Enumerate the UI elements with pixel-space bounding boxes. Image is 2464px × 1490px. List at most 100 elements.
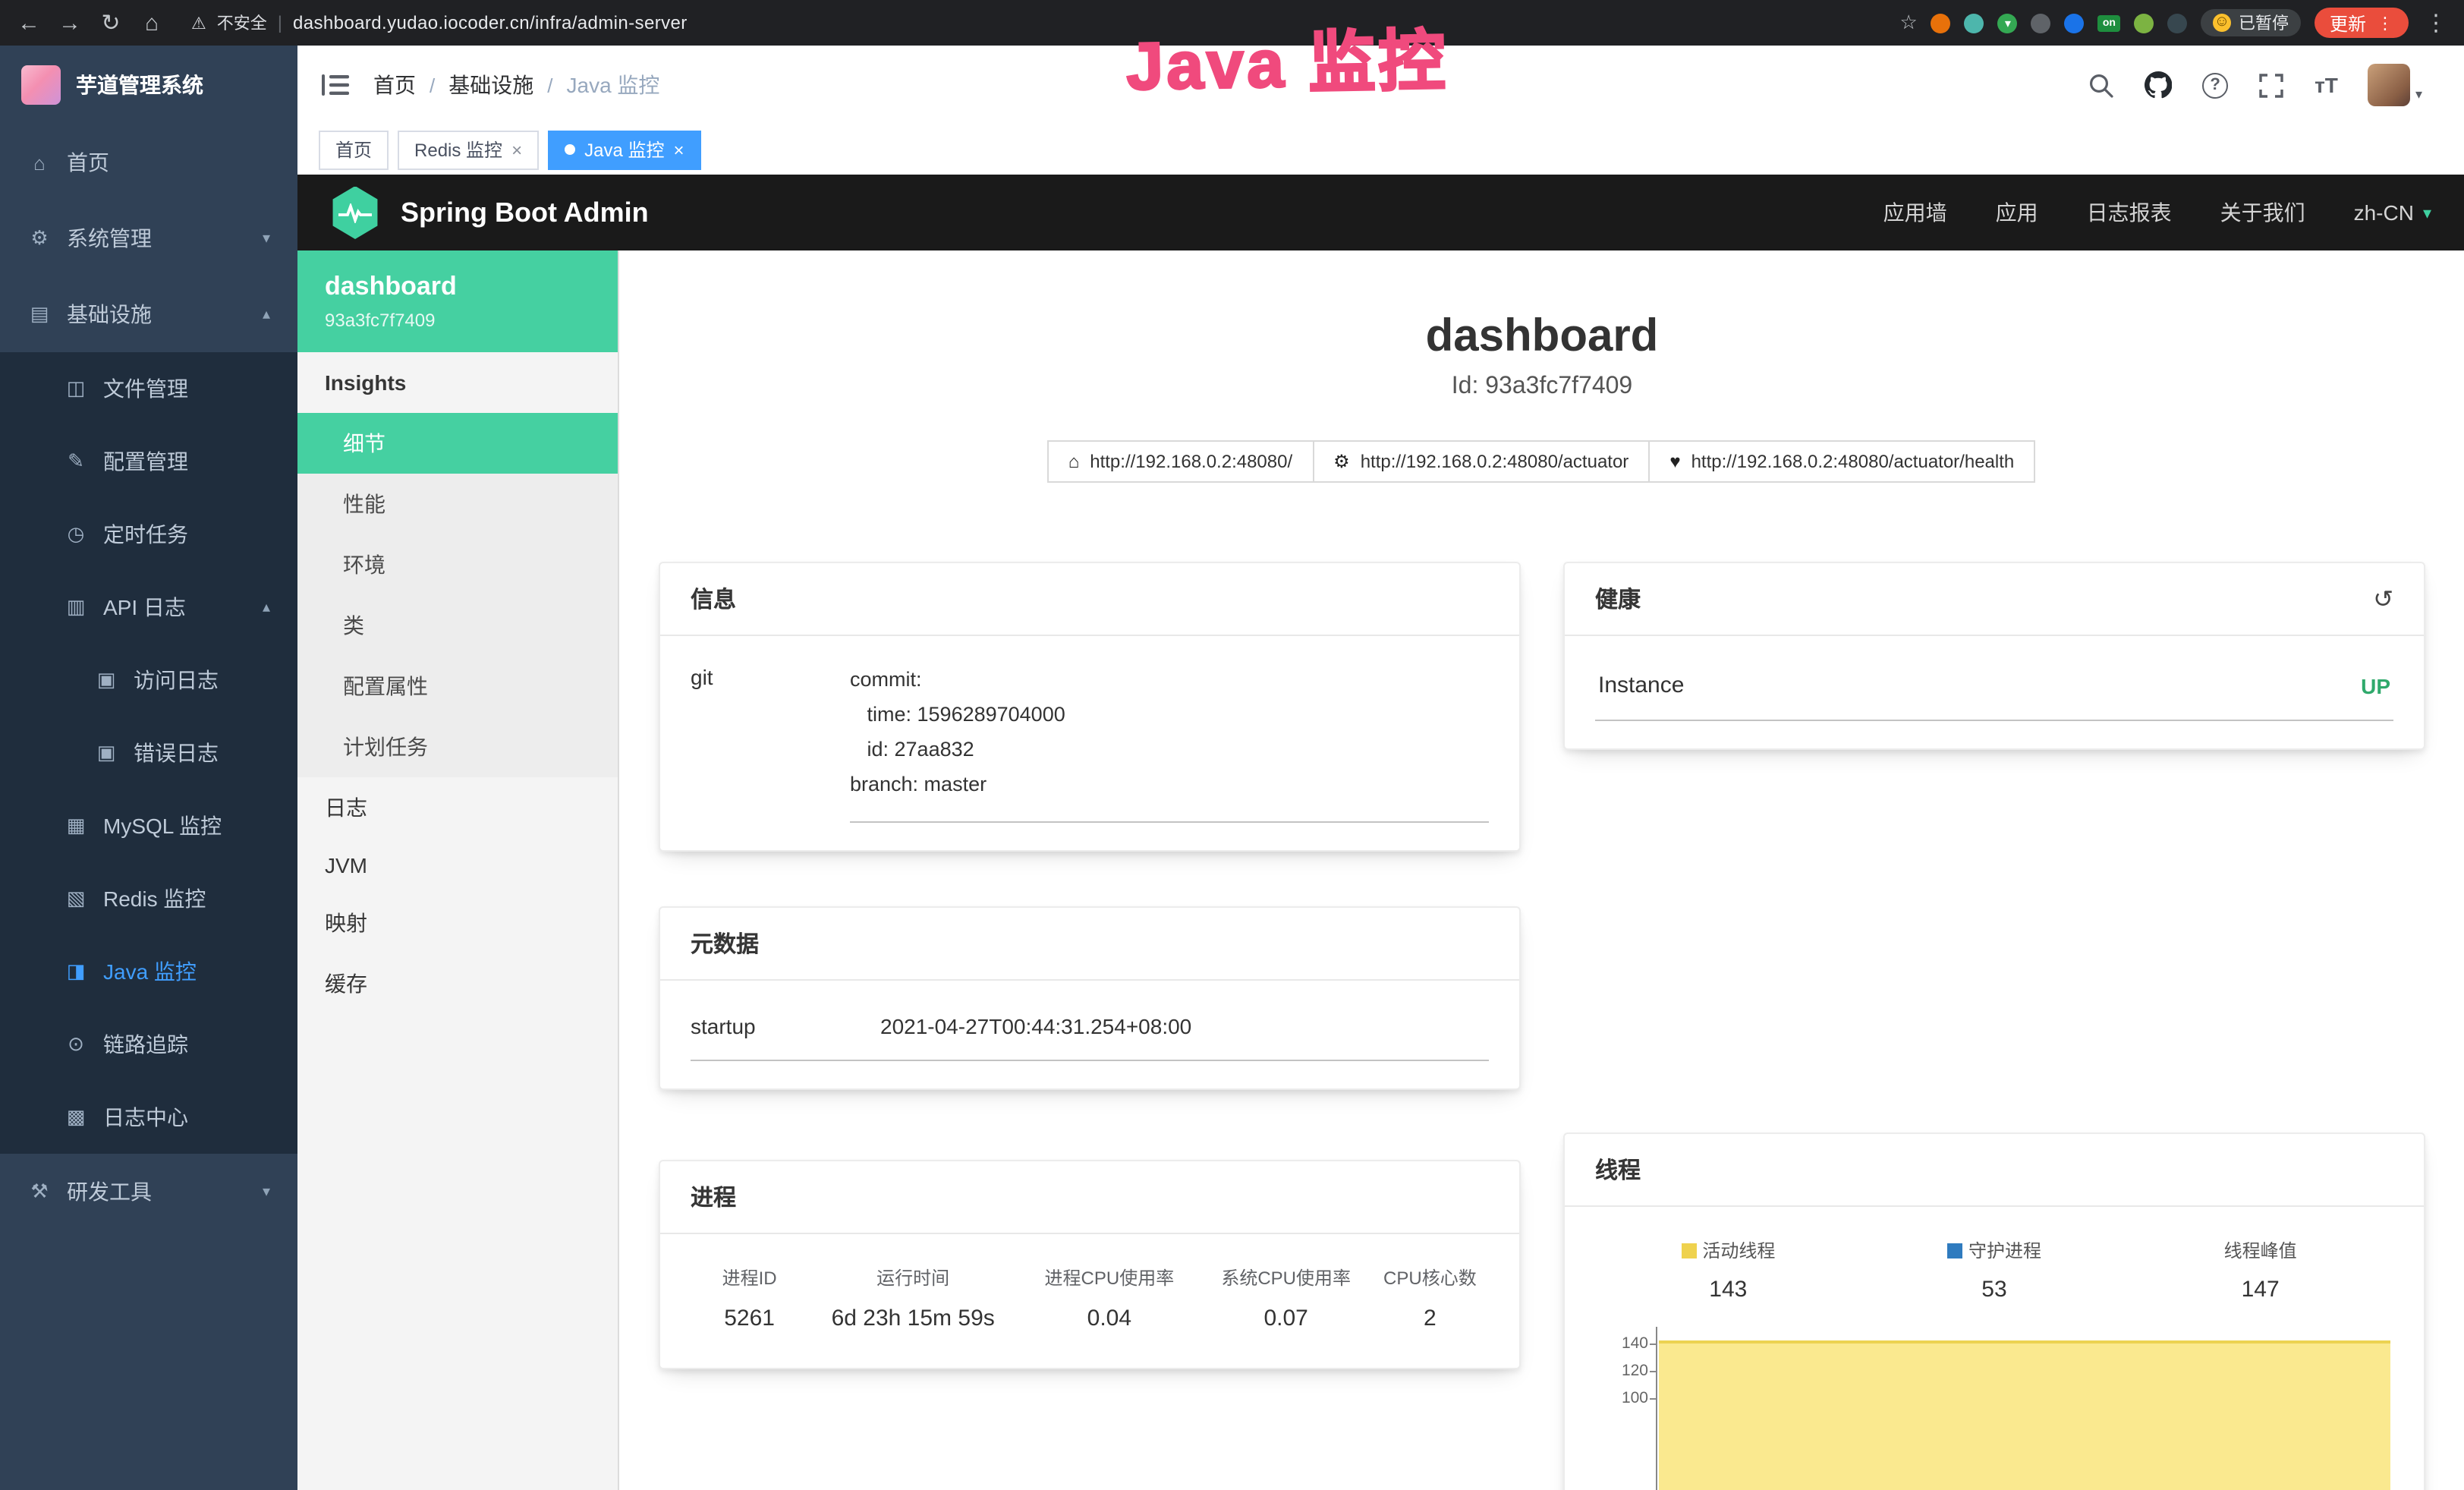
- hamburger-icon[interactable]: [322, 73, 349, 97]
- tab-home[interactable]: 首页: [319, 130, 389, 169]
- menu-item-jvm[interactable]: JVM: [297, 838, 618, 893]
- legend-label: 活动线程: [1702, 1237, 1775, 1263]
- extension-icon[interactable]: ▾: [1998, 13, 2018, 33]
- sidebar-item-file-management[interactable]: ◫ 文件管理: [0, 352, 297, 425]
- sidebar-item-label: 文件管理: [103, 373, 188, 404]
- info-key: git: [691, 663, 850, 823]
- sidebar-item-system[interactable]: ⚙ 系统管理 ▾: [0, 200, 297, 276]
- update-button[interactable]: 更新 ⋮: [2315, 8, 2409, 38]
- close-icon[interactable]: ×: [673, 139, 684, 160]
- history-icon[interactable]: ↺: [2373, 584, 2393, 614]
- threads-card: 线程 活动线程 1: [1563, 1132, 2425, 1490]
- avatar: [2368, 64, 2411, 106]
- language-label: zh-CN: [2354, 200, 2414, 225]
- sba-navbar: Spring Boot Admin 应用墙 应用 日志报表 关于我们 zh-CN…: [297, 175, 2464, 250]
- sidebar-item-label: Java 监控: [103, 956, 197, 987]
- menu-item-scheduled-tasks[interactable]: 计划任务: [297, 717, 618, 777]
- sidebar-item-link-tracing[interactable]: ⊙ 链路追踪: [0, 1008, 297, 1081]
- reload-icon[interactable]: ↻: [97, 9, 124, 36]
- help-icon[interactable]: ?: [2202, 72, 2228, 98]
- tab-java-monitor[interactable]: Java 监控 ×: [548, 130, 700, 169]
- tab-redis-monitor[interactable]: Redis 监控 ×: [398, 130, 539, 169]
- address-bar[interactable]: ⚠ 不安全 | dashboard.yudao.iocoder.cn/infra…: [191, 11, 688, 35]
- sidebar-item-scheduled-tasks[interactable]: ◷ 定时任务: [0, 498, 297, 571]
- sidebar-item-redis-monitor[interactable]: ▧ Redis 监控: [0, 862, 297, 935]
- chevron-down-icon: ▾: [263, 230, 270, 247]
- sidebar-item-log-center[interactable]: ▩ 日志中心: [0, 1081, 297, 1154]
- process-header: 进程CPU使用率: [1018, 1265, 1201, 1290]
- menu-item-config-props[interactable]: 配置属性: [297, 656, 618, 717]
- menu-group-insights[interactable]: Insights: [297, 352, 618, 413]
- language-selector[interactable]: zh-CN ▾: [2354, 200, 2431, 225]
- menu-item-environment[interactable]: 环境: [297, 534, 618, 595]
- sba-nav-about[interactable]: 关于我们: [2220, 197, 2305, 228]
- extension-icon[interactable]: [1931, 13, 1951, 33]
- breadcrumb-current: Java 监控: [567, 70, 660, 100]
- sidebar-item-error-logs[interactable]: ▣ 错误日志: [0, 717, 297, 789]
- instance-header[interactable]: dashboard 93a3fc7f7409: [297, 250, 618, 352]
- user-menu[interactable]: ▾: [2368, 64, 2422, 106]
- sidebar-item-home[interactable]: ⌂ 首页: [0, 124, 297, 200]
- extension-icon[interactable]: [1965, 13, 1984, 33]
- tags-view-bar: 首页 Redis 监控 × Java 监控 ×: [297, 124, 2464, 175]
- browser-menu-dots-icon[interactable]: ⋮: [2422, 9, 2450, 36]
- breadcrumb-home[interactable]: 首页: [373, 70, 416, 100]
- font-size-icon[interactable]: тT: [2315, 73, 2338, 97]
- address-divider: |: [278, 12, 282, 33]
- sidebar-item-api-logs[interactable]: ▥ API 日志 ▴: [0, 571, 297, 644]
- heart-icon: ♥: [1669, 451, 1680, 472]
- sidebar-item-dev-tools[interactable]: ⚒ 研发工具 ▾: [0, 1154, 297, 1230]
- sidebar-item-infrastructure[interactable]: ▤ 基础设施 ▴: [0, 276, 297, 352]
- forward-icon[interactable]: →: [56, 10, 83, 36]
- trace-icon: ⊙: [64, 1032, 88, 1057]
- sba-nav-wallboard[interactable]: 应用墙: [1883, 197, 1947, 228]
- extension-icon[interactable]: [2134, 13, 2154, 33]
- chevron-up-icon: ▴: [263, 306, 270, 323]
- back-icon[interactable]: ←: [15, 10, 42, 36]
- extension-icon[interactable]: [2031, 13, 2051, 33]
- process-value: 0.07: [1201, 1306, 1371, 1331]
- sidebar-item-config-management[interactable]: ✎ 配置管理: [0, 425, 297, 498]
- extension-icon[interactable]: [2167, 13, 2187, 33]
- legend-square-blue: [1947, 1243, 1962, 1258]
- extension-on-badge[interactable]: on: [2098, 14, 2120, 31]
- link-label: http://192.168.0.2:48080/: [1090, 451, 1292, 472]
- menu-item-classes[interactable]: 类: [297, 595, 618, 656]
- chevron-down-icon: ▾: [2423, 203, 2431, 222]
- sba-nav-applications[interactable]: 应用: [1996, 197, 2038, 228]
- menu-item-performance[interactable]: 性能: [297, 474, 618, 534]
- bookmark-star-icon[interactable]: ☆: [1900, 11, 1918, 35]
- y-tick: 140: [1595, 1330, 1648, 1357]
- metadata-value: 2021-04-27T00:44:31.254+08:00: [880, 1014, 1191, 1038]
- search-icon[interactable]: [2088, 72, 2114, 98]
- health-status-badge: UP: [2361, 673, 2390, 698]
- menu-item-mappings[interactable]: 映射: [297, 893, 618, 953]
- chart-y-axis: 140 120 100: [1595, 1327, 1656, 1490]
- fullscreen-icon[interactable]: [2258, 72, 2284, 98]
- link-actuator-url[interactable]: ⚙ http://192.168.0.2:48080/actuator: [1312, 440, 1650, 483]
- paused-chip[interactable]: ☺ 已暂停: [2201, 9, 2301, 36]
- sidebar-item-label: 错误日志: [134, 738, 219, 768]
- wrench-icon: ⚙: [1333, 451, 1350, 472]
- browser-home-icon[interactable]: ⌂: [138, 10, 165, 36]
- link-health-url[interactable]: ♥ http://192.168.0.2:48080/actuator/heal…: [1648, 440, 2035, 483]
- breadcrumb-infrastructure[interactable]: 基础设施: [448, 70, 533, 100]
- menu-item-logs[interactable]: 日志: [297, 777, 618, 838]
- app-logo: [21, 65, 61, 105]
- info-line: time: 1596289704000: [850, 698, 1489, 733]
- sba-nav-journal[interactable]: 日志报表: [2087, 197, 2172, 228]
- sidebar-item-access-logs[interactable]: ▣ 访问日志: [0, 644, 297, 717]
- info-line: id: 27aa832: [850, 733, 1489, 768]
- close-icon[interactable]: ×: [511, 139, 522, 160]
- infrastructure-icon: ▤: [27, 302, 52, 326]
- instance-sidebar: dashboard 93a3fc7f7409 Insights 细节 性能 环境…: [297, 250, 619, 1490]
- sba-brand-title[interactable]: Spring Boot Admin: [401, 197, 649, 228]
- sidebar-item-java-monitor[interactable]: ◨ Java 监控: [0, 935, 297, 1008]
- sidebar-item-mysql-monitor[interactable]: ▦ MySQL 监控: [0, 789, 297, 862]
- instance-links: ⌂ http://192.168.0.2:48080/ ⚙ http://192…: [619, 440, 2464, 483]
- menu-item-details[interactable]: 细节: [297, 413, 618, 474]
- link-root-url[interactable]: ⌂ http://192.168.0.2:48080/: [1047, 440, 1314, 483]
- menu-item-caches[interactable]: 缓存: [297, 953, 618, 1014]
- github-icon[interactable]: [2145, 71, 2172, 99]
- extension-icon[interactable]: [2065, 13, 2085, 33]
